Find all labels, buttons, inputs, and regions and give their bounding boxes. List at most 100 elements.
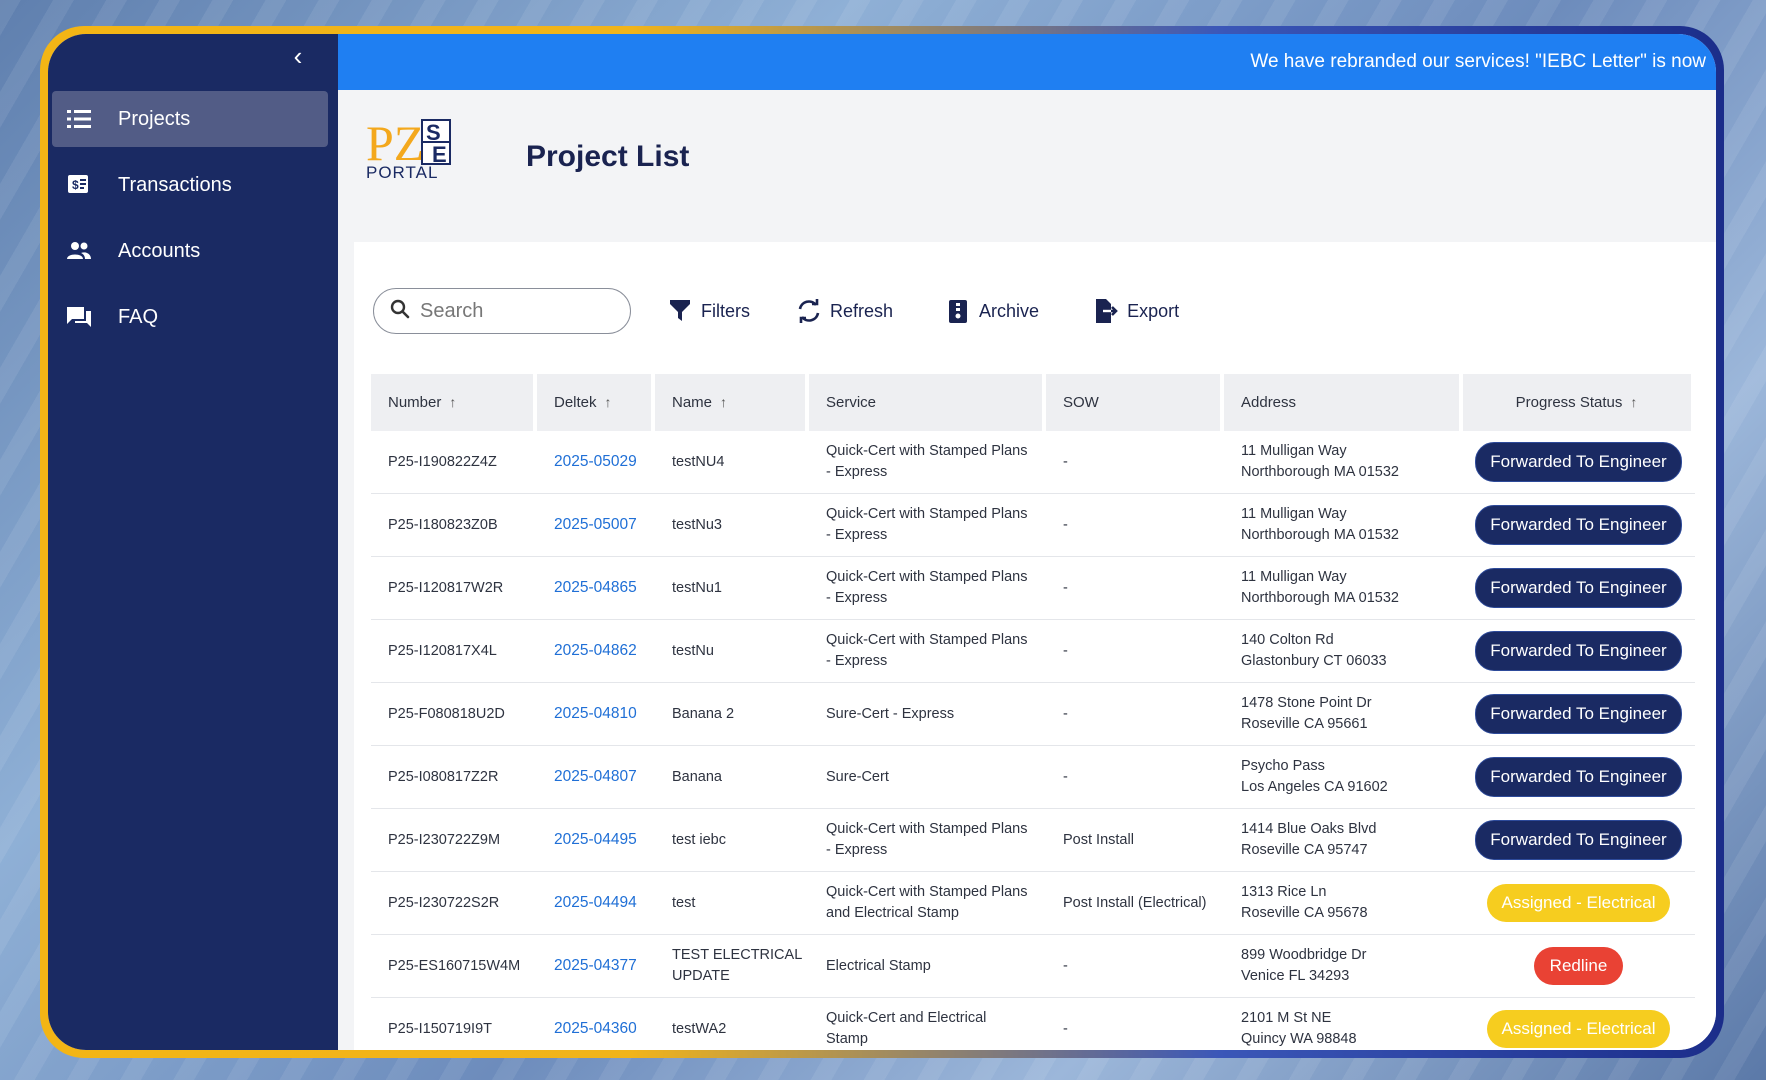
cell-deltek: 2025-05029 [537, 431, 655, 494]
project-name: test iebc [672, 831, 726, 848]
sidebar-item-projects[interactable]: Projects [52, 91, 328, 147]
status-badge[interactable]: Assigned - Electrical [1487, 884, 1670, 922]
cell-status: Assigned - Electrical [1463, 998, 1695, 1050]
cell-status: Redline [1463, 935, 1695, 998]
collapse-sidebar-button[interactable]: ‹ [284, 42, 312, 70]
export-icon [1093, 298, 1119, 324]
sort-arrow-icon[interactable]: ↑ [720, 394, 727, 410]
table-row[interactable]: P25-ES160715W4M 2025-04377 TEST ELECTRICAL… [371, 935, 1695, 998]
table-row[interactable]: P25-I230722Z9M 2025-04495 test iebc Quick-C… [371, 809, 1695, 872]
cell-status: Forwarded To Engineer [1463, 620, 1695, 683]
cell-number: P25-I230722S2R [371, 872, 537, 935]
cell-status: Forwarded To Engineer [1463, 683, 1695, 746]
cell-address: 2101 M St NE Quincy WA 98848 [1224, 998, 1463, 1050]
address-line1: 1478 Stone Point Dr [1241, 695, 1372, 711]
cell-number: P25-I180823Z0B [371, 494, 537, 557]
filters-button[interactable]: Filters [667, 298, 750, 324]
deltek-link[interactable]: 2025-04495 [554, 831, 637, 848]
cell-sow: - [1046, 935, 1224, 998]
sidebar-item-transactions[interactable]: $ Transactions [52, 157, 328, 213]
table-row[interactable]: P25-I190822Z4Z 2025-05029 testNU4 Quick-Cer… [371, 431, 1695, 494]
cell-sow: - [1046, 683, 1224, 746]
sidebar-item-label: Transactions [118, 173, 232, 196]
cell-service: Quick-Cert with Stamped Plans and Electri… [809, 872, 1046, 935]
service-line2: Stamp [826, 1031, 868, 1047]
svg-text:$: $ [72, 178, 79, 192]
deltek-link[interactable]: 2025-04360 [554, 1020, 637, 1037]
table-row[interactable]: P25-I150719I9T 2025-04360 testWA2 Quick-Cer… [371, 998, 1695, 1050]
column-header-name[interactable]: Name ↑ [655, 374, 809, 431]
export-button[interactable]: Export [1093, 298, 1179, 324]
cell-sow: - [1046, 557, 1224, 620]
status-badge[interactable]: Assigned - Electrical [1487, 1010, 1670, 1048]
cell-number: P25-I080817Z2R [371, 746, 537, 809]
sort-arrow-icon[interactable]: ↑ [449, 394, 456, 410]
cell-name: testNu [655, 620, 809, 683]
sidebar-item-label: Projects [118, 107, 191, 130]
status-badge[interactable]: Redline [1533, 947, 1624, 985]
filter-icon [667, 298, 693, 324]
cell-number: P25-I230722Z9M [371, 809, 537, 872]
sow-value: - [1063, 1020, 1068, 1037]
table-row[interactable]: P25-I120817X4L 2025-04862 testNu Quick-Cert… [371, 620, 1695, 683]
sow-value: - [1063, 957, 1068, 974]
sort-arrow-icon[interactable]: ↑ [605, 394, 612, 410]
table-row[interactable]: P25-I120817W2R 2025-04865 testNu1 Quick-Cer… [371, 557, 1695, 620]
cell-service: Quick-Cert with Stamped Plans - Express [809, 494, 1046, 557]
status-badge[interactable]: Forwarded To Engineer [1475, 694, 1682, 734]
column-header-progress-status[interactable]: Progress Status ↑ [1463, 374, 1695, 431]
search-input[interactable] [418, 298, 612, 324]
deltek-link[interactable]: 2025-04865 [554, 579, 637, 596]
sidebar-item-faq[interactable]: FAQ [52, 289, 328, 345]
archive-button[interactable]: Archive [945, 298, 1039, 324]
column-header-number[interactable]: Number ↑ [371, 374, 537, 431]
service-line1: Quick-Cert with Stamped Plans [826, 569, 1028, 585]
toolbar: Filters Refresh Archive [373, 286, 1179, 336]
address-line2: Roseville CA 95678 [1241, 905, 1368, 921]
cell-address: 1313 Rice Ln Roseville CA 95678 [1224, 872, 1463, 935]
cell-name: testNu3 [655, 494, 809, 557]
sow-value: - [1063, 453, 1068, 470]
project-name: testWA2 [672, 1020, 727, 1037]
cell-address: 11 Mulligan Way Northborough MA 01532 [1224, 557, 1463, 620]
deltek-link[interactable]: 2025-05007 [554, 516, 637, 533]
cell-name: testWA2 [655, 998, 809, 1050]
cell-number: P25-I120817X4L [371, 620, 537, 683]
status-badge[interactable]: Forwarded To Engineer [1475, 820, 1682, 860]
column-header-sow[interactable]: SOW [1046, 374, 1224, 431]
address-line2: Northborough MA 01532 [1241, 527, 1399, 543]
table-row[interactable]: P25-I230722S2R 2025-04494 test Quick-Cert w… [371, 872, 1695, 935]
sidebar-item-accounts[interactable]: Accounts [52, 223, 328, 279]
cell-sow: - [1046, 746, 1224, 809]
address-line2: Northborough MA 01532 [1241, 590, 1399, 606]
search-box[interactable] [373, 288, 631, 334]
deltek-link[interactable]: 2025-04862 [554, 642, 637, 659]
table-row[interactable]: P25-I080817Z2R 2025-04807 Banana Sure-Cert -… [371, 746, 1695, 809]
service-line2: - Express [826, 842, 888, 858]
deltek-link[interactable]: 2025-05029 [554, 453, 637, 470]
column-header-address[interactable]: Address [1224, 374, 1463, 431]
column-header-deltek[interactable]: Deltek ↑ [537, 374, 655, 431]
refresh-button[interactable]: Refresh [796, 298, 893, 324]
status-badge[interactable]: Forwarded To Engineer [1475, 505, 1682, 545]
deltek-link[interactable]: 2025-04807 [554, 768, 637, 785]
status-badge[interactable]: Forwarded To Engineer [1475, 631, 1682, 671]
table-row[interactable]: P25-F080818U2D 2025-04810 Banana 2 Sure-Cer… [371, 683, 1695, 746]
deltek-link[interactable]: 2025-04377 [554, 957, 637, 974]
cell-service: Quick-Cert with Stamped Plans - Express [809, 557, 1046, 620]
cell-name: testNU4 [655, 431, 809, 494]
service-line2: - Express [826, 464, 888, 480]
status-badge[interactable]: Forwarded To Engineer [1475, 442, 1682, 482]
status-badge[interactable]: Forwarded To Engineer [1475, 568, 1682, 608]
search-icon [390, 299, 410, 324]
deltek-link[interactable]: 2025-04494 [554, 894, 637, 911]
cell-deltek: 2025-05007 [537, 494, 655, 557]
table-row[interactable]: P25-I180823Z0B 2025-05007 testNu3 Quick-Cer… [371, 494, 1695, 557]
status-badge[interactable]: Forwarded To Engineer [1475, 757, 1682, 797]
sort-arrow-icon[interactable]: ↑ [1630, 394, 1637, 410]
column-header-service[interactable]: Service [809, 374, 1046, 431]
sow-value: Post Install (Electrical) [1063, 894, 1207, 911]
cell-address: Psycho Pass Los Angeles CA 91602 [1224, 746, 1463, 809]
project-name: testNu1 [672, 579, 722, 596]
deltek-link[interactable]: 2025-04810 [554, 705, 637, 722]
